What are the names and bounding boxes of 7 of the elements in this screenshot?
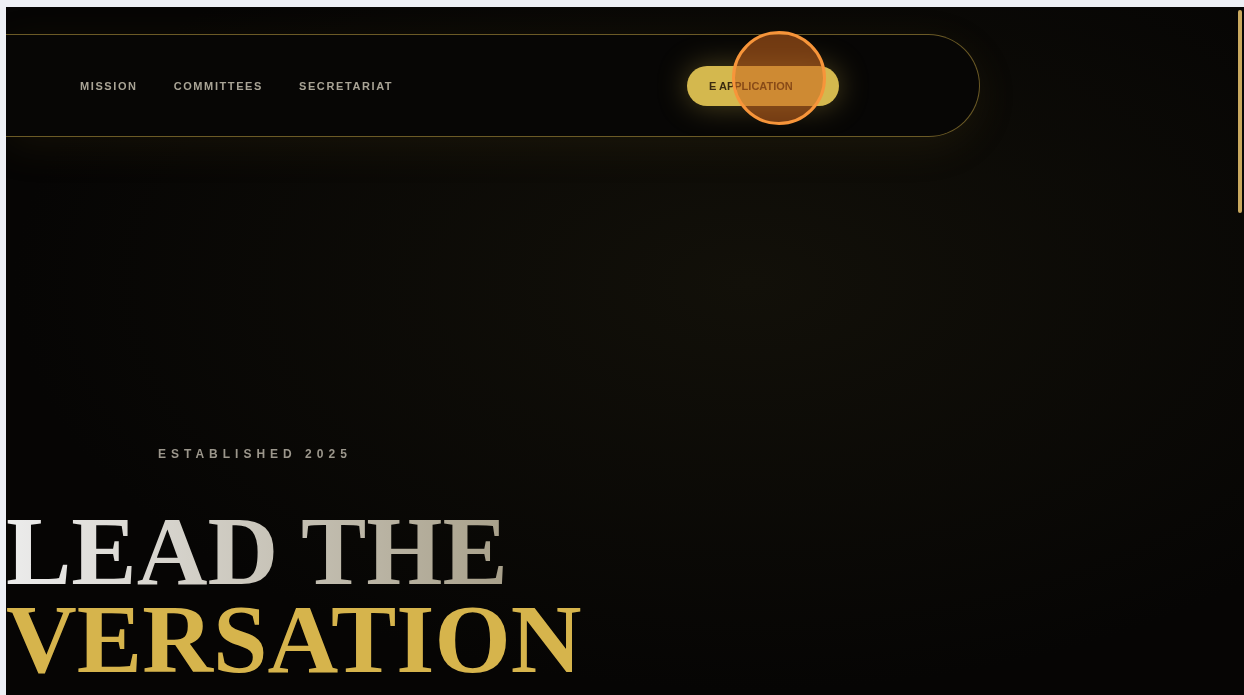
eyebrow-text: ESTABLISHED 2025: [158, 447, 353, 461]
nav-link[interactable]: COMMITTEES: [173, 79, 263, 92]
nav-link[interactable]: SECRETARIAT: [299, 79, 394, 92]
nav-link[interactable]: MISSION: [80, 79, 138, 92]
application-button[interactable]: E APPLICATION: [687, 65, 839, 106]
headline-line: VERSATION: [6, 595, 583, 683]
scrollbar-thumb[interactable]: [1238, 10, 1242, 213]
